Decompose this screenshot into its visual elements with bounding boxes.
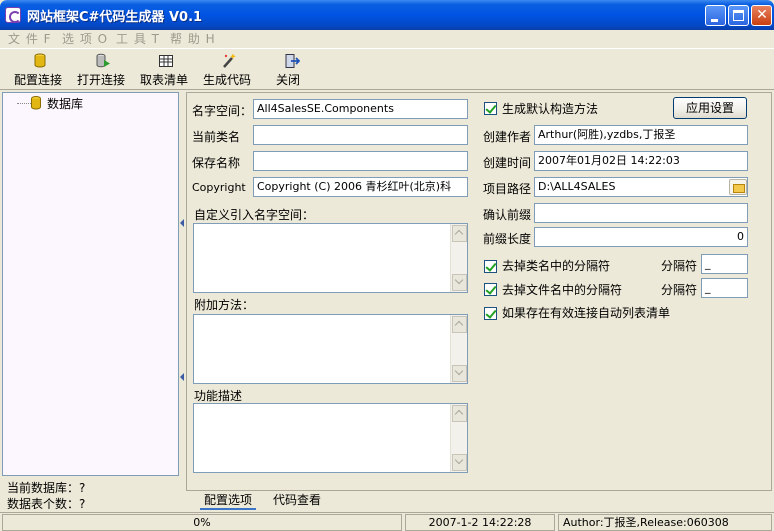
scroll-up-icon[interactable] xyxy=(452,225,467,242)
database-icon xyxy=(32,53,48,69)
open-connection-button[interactable]: 打开连接 xyxy=(77,53,129,89)
description-textarea[interactable] xyxy=(193,403,468,473)
strip-file-separator-checkbox[interactable] xyxy=(484,283,497,296)
author-input[interactable]: Arthur(阿胜),yzdbs,丁报圣 xyxy=(534,125,748,145)
separator-label: 分隔符 xyxy=(661,259,698,273)
savename-label: 保存名称 xyxy=(192,156,241,170)
strip-class-separator-checkbox[interactable] xyxy=(484,260,497,273)
scroll-down-icon[interactable] xyxy=(452,365,467,382)
tree-root-label[interactable]: 数据库 xyxy=(47,95,83,112)
scroll-down-icon[interactable] xyxy=(452,274,467,291)
auto-list-label: 如果存在有效连接自动列表清单 xyxy=(502,306,671,320)
tab-config-options[interactable]: 配置选项 xyxy=(200,491,257,510)
strip-class-separator-label: 去掉类名中的分隔符 xyxy=(502,259,611,273)
extra-methods-textarea[interactable] xyxy=(193,314,468,384)
table-count-text: 数据表个数：? xyxy=(7,497,86,511)
open-connection-label: 打开连接 xyxy=(77,73,126,87)
created-time-label: 创建时间 xyxy=(483,156,532,170)
description-label: 功能描述 xyxy=(194,389,243,403)
extra-methods-label: 附加方法： xyxy=(194,298,255,312)
scroll-up-icon[interactable] xyxy=(452,316,467,333)
author-label: 创建作者 xyxy=(483,130,532,144)
custom-namespace-label: 自定义引入名字空间： xyxy=(194,208,315,222)
get-tables-label: 取表清单 xyxy=(140,73,189,87)
generate-code-button[interactable]: 生成代码 xyxy=(203,53,255,89)
savename-input[interactable] xyxy=(253,151,468,171)
classname-input[interactable] xyxy=(253,125,468,145)
panel-splitter[interactable] xyxy=(180,92,185,512)
table-list-icon xyxy=(158,53,174,69)
created-time-input[interactable]: 2007年01月02日 14:22:03 xyxy=(534,151,748,171)
left-status-panel: 当前数据库：? 数据表个数：? xyxy=(2,478,179,512)
custom-namespace-textarea[interactable] xyxy=(193,223,468,293)
class-separator-input[interactable]: _ xyxy=(701,254,748,274)
minimize-icon xyxy=(711,19,718,22)
magic-wand-icon xyxy=(221,53,237,69)
close-app-button[interactable]: 关闭 xyxy=(276,53,308,89)
generate-code-label: 生成代码 xyxy=(203,73,252,87)
menu-tools[interactable]: 工 具 T xyxy=(116,30,160,47)
current-database-text: 当前数据库：? xyxy=(7,481,86,495)
confirm-prefix-label: 确认前缀 xyxy=(483,208,532,222)
copyright-label: Copyright xyxy=(192,181,246,194)
close-button[interactable]: ✕ xyxy=(751,5,772,26)
strip-file-separator-label: 去掉文件名中的分隔符 xyxy=(502,283,623,297)
prefix-length-label: 前缀长度 xyxy=(483,232,532,246)
maximize-button[interactable] xyxy=(728,5,749,26)
status-datetime: 2007-1-2 14:22:28 xyxy=(405,514,555,531)
menu-bar: 文 件 F 选 项 O 工 具 T 帮 助 H xyxy=(0,30,774,48)
app-icon xyxy=(5,7,21,23)
title-bar[interactable]: 网站框架C#代码生成器 V0.1 ✕ xyxy=(0,0,774,30)
scroll-down-icon[interactable] xyxy=(452,454,467,471)
database-icon xyxy=(30,96,42,110)
exit-icon xyxy=(284,53,301,69)
copyright-input[interactable]: Copyright (C) 2006 青杉红叶(北京)科 xyxy=(253,177,468,197)
config-panel: 名字空间： All4SalesSE.Components 当前类名 保存名称 C… xyxy=(186,92,772,491)
tab-bar: 配置选项 代码查看 xyxy=(186,491,772,511)
classname-label: 当前类名 xyxy=(192,130,241,144)
minimize-button[interactable] xyxy=(705,5,726,26)
config-connection-label: 配置连接 xyxy=(14,73,63,87)
maximize-icon xyxy=(733,10,744,21)
menu-options[interactable]: 选 项 O xyxy=(62,30,108,47)
config-connection-button[interactable]: 配置连接 xyxy=(14,53,66,89)
apply-settings-button[interactable]: 应用设置 xyxy=(673,97,747,119)
database-tree[interactable]: 数据库 xyxy=(2,92,179,476)
prefix-length-input[interactable]: 0 xyxy=(534,227,748,247)
toolbar: 配置连接 打开连接 取表清单 生成代码 关闭 xyxy=(0,48,774,90)
menu-file[interactable]: 文 件 F xyxy=(8,30,52,47)
auto-list-checkbox[interactable] xyxy=(484,307,497,320)
textarea-scrollbar[interactable] xyxy=(450,404,467,472)
tree-connector xyxy=(17,103,31,104)
project-path-input[interactable]: D:\ALL4SALES xyxy=(534,177,748,197)
namespace-label: 名字空间： xyxy=(192,104,253,118)
textarea-scrollbar[interactable] xyxy=(450,224,467,292)
progress-text: 0% xyxy=(2,514,402,531)
separator-label: 分隔符 xyxy=(661,283,698,297)
collapse-arrow-icon[interactable] xyxy=(180,219,184,227)
textarea-scrollbar[interactable] xyxy=(450,315,467,383)
menu-help[interactable]: 帮 助 H xyxy=(170,30,216,47)
status-bar: 0% 2007-1-2 14:22:28 Author:丁报圣,Release:… xyxy=(0,512,774,531)
gen-constructor-label: 生成默认构造方法 xyxy=(502,102,599,116)
close-icon: ✕ xyxy=(756,7,768,23)
project-path-label: 项目路径 xyxy=(483,182,532,196)
namespace-input[interactable]: All4SalesSE.Components xyxy=(253,99,468,119)
scroll-up-icon[interactable] xyxy=(452,405,467,422)
open-connection-icon xyxy=(95,53,111,69)
file-separator-input[interactable]: _ xyxy=(701,278,748,298)
folder-browse-icon[interactable] xyxy=(729,179,747,195)
gen-constructor-checkbox[interactable] xyxy=(484,102,497,115)
get-tables-button[interactable]: 取表清单 xyxy=(140,53,192,89)
close-app-label: 关闭 xyxy=(276,73,301,87)
window-title: 网站框架C#代码生成器 V0.1 xyxy=(27,10,203,25)
confirm-prefix-input[interactable] xyxy=(534,203,748,223)
status-author: Author:丁报圣,Release:060308 xyxy=(558,514,772,531)
collapse-arrow-icon[interactable] xyxy=(180,373,184,381)
tab-code-view[interactable]: 代码查看 xyxy=(269,491,325,508)
